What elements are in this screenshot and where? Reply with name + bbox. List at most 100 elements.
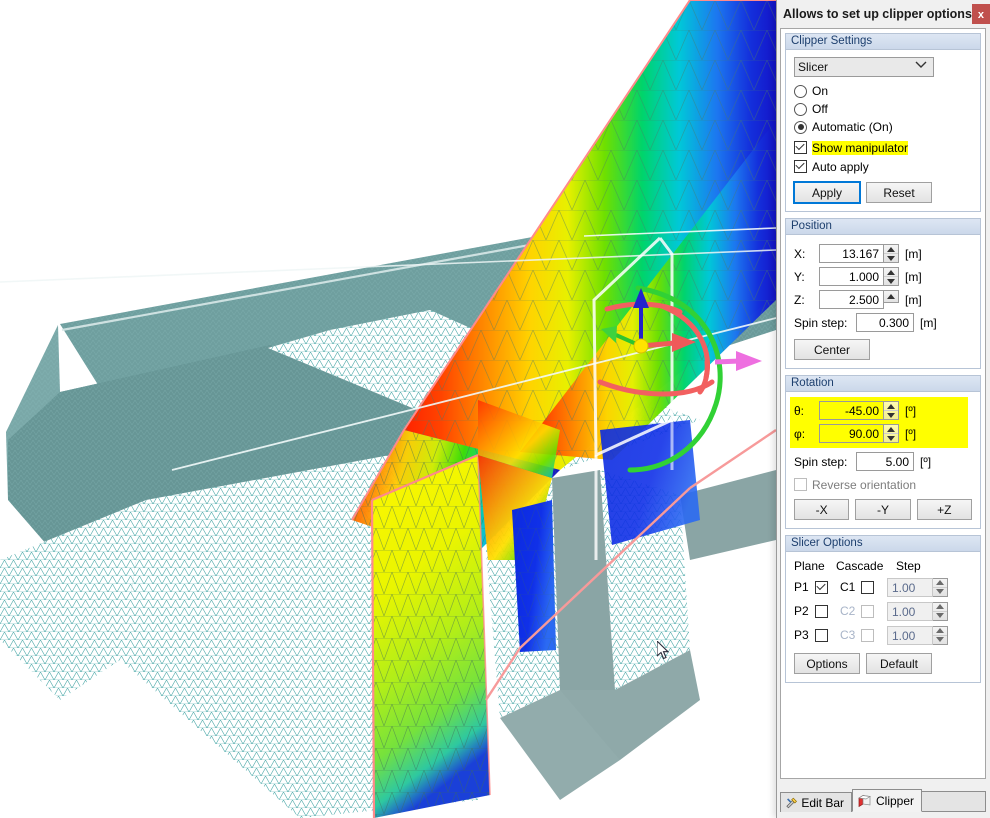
rotation-spin-step-label: Spin step: bbox=[794, 455, 856, 469]
rotation-spin-step-input[interactable]: 5.00 bbox=[856, 452, 914, 471]
normal-arrow-head bbox=[736, 351, 762, 371]
position-y-label: Y: bbox=[794, 270, 819, 284]
position-z-input[interactable]: 2.500 bbox=[819, 290, 884, 309]
radio-automatic-label: Automatic (On) bbox=[812, 120, 893, 134]
radio-automatic[interactable]: Automatic (On) bbox=[794, 118, 972, 136]
stepper-up-icon bbox=[936, 604, 944, 609]
stepper-down-icon bbox=[887, 436, 895, 441]
position-x-input[interactable]: 13.167 bbox=[819, 244, 884, 263]
stepper-down-icon bbox=[887, 413, 895, 418]
close-icon[interactable]: x bbox=[972, 4, 990, 24]
group-slicer-options: Slicer Options Plane Cascade Step P1 C1 … bbox=[785, 535, 981, 683]
radio-on-indicator bbox=[794, 85, 807, 98]
plane-checkbox-p3[interactable] bbox=[815, 629, 828, 642]
tab-clipper-label: Clipper bbox=[876, 794, 914, 808]
axis-minus-x-button[interactable]: -X bbox=[794, 499, 849, 520]
header-step: Step bbox=[896, 559, 921, 573]
group-title-position: Position bbox=[786, 219, 980, 235]
stepper-up-icon bbox=[936, 580, 944, 585]
rotation-spin-step-row: Spin step: 5.00 [º] bbox=[794, 450, 972, 473]
plane-label-p1: P1 bbox=[794, 580, 815, 594]
position-z-stepper[interactable] bbox=[884, 290, 899, 303]
position-y-stepper[interactable] bbox=[884, 267, 899, 286]
default-button[interactable]: Default bbox=[866, 653, 932, 674]
axis-minus-y-button[interactable]: -Y bbox=[855, 499, 910, 520]
radio-on[interactable]: On bbox=[794, 82, 972, 100]
clipper-mode-combo-wrap: Slicer bbox=[794, 57, 934, 77]
header-plane: Plane bbox=[794, 559, 836, 573]
rotation-theta-input[interactable]: -45.00 bbox=[819, 401, 884, 420]
reset-button[interactable]: Reset bbox=[866, 182, 932, 203]
rotation-theta-stepper[interactable] bbox=[884, 401, 899, 420]
position-spin-step-input[interactable]: 0.300 bbox=[856, 313, 914, 332]
stepper-down-icon bbox=[936, 589, 944, 594]
3d-scene bbox=[0, 0, 776, 818]
clipper-mode-select[interactable]: Slicer bbox=[794, 57, 934, 77]
step-stepper-p3 bbox=[933, 626, 948, 645]
position-spin-step-label: Spin step: bbox=[794, 316, 856, 330]
checkbox-reverse-orientation: Reverse orientation bbox=[794, 475, 972, 494]
rotation-phi-row: φ: 90.00 [º] bbox=[794, 422, 966, 445]
clipper-settings-buttons: Apply Reset bbox=[794, 182, 972, 203]
tools-icon bbox=[786, 796, 797, 810]
scene-geometry bbox=[0, 0, 776, 818]
step-stepper-p2 bbox=[933, 602, 948, 621]
tab-edit-bar[interactable]: Edit Bar bbox=[780, 792, 852, 812]
rotation-spin-step-unit: [º] bbox=[920, 455, 931, 469]
options-button[interactable]: Options bbox=[794, 653, 860, 674]
tabbar-filler bbox=[922, 791, 986, 811]
rotation-phi-label: φ: bbox=[794, 427, 819, 441]
position-x-row: X: 13.167 [m] bbox=[794, 242, 972, 265]
position-z-unit: [m] bbox=[905, 293, 922, 307]
bottom-tabbar: Edit Bar Clipper bbox=[780, 788, 986, 814]
position-z-row: Z: 2.500 [m] bbox=[794, 288, 972, 311]
group-clipper-settings: Clipper Settings Slicer On bbox=[785, 33, 981, 212]
checkbox-auto-apply[interactable]: Auto apply bbox=[794, 157, 972, 176]
position-y-input[interactable]: 1.000 bbox=[819, 267, 884, 286]
cascade-label-c1: C1 bbox=[840, 580, 861, 594]
stepper-down-icon bbox=[936, 613, 944, 618]
panel-title: Allows to set up clipper options bbox=[783, 7, 972, 21]
cube-icon bbox=[858, 794, 872, 808]
checkbox-show-manipulator[interactable]: Show manipulator bbox=[794, 138, 972, 157]
cascade-checkbox-c1[interactable] bbox=[861, 581, 874, 594]
position-x-label: X: bbox=[794, 247, 819, 261]
radio-off[interactable]: Off bbox=[794, 100, 972, 118]
header-cascade: Cascade bbox=[836, 559, 896, 573]
tab-edit-bar-label: Edit Bar bbox=[801, 796, 844, 810]
tab-clipper[interactable]: Clipper bbox=[852, 789, 922, 812]
group-title-rotation: Rotation bbox=[786, 376, 980, 392]
position-y-row: Y: 1.000 [m] bbox=[794, 265, 972, 288]
checkbox-reverse-orientation-box bbox=[794, 478, 807, 491]
rotation-theta-unit: [º] bbox=[905, 404, 916, 418]
stepper-up-icon bbox=[887, 427, 895, 432]
rotation-axis-buttons: -X -Y +Z bbox=[794, 499, 972, 520]
center-button[interactable]: Center bbox=[794, 339, 870, 360]
position-x-unit: [m] bbox=[905, 247, 922, 261]
axis-plus-z-button[interactable]: +Z bbox=[917, 499, 972, 520]
stepper-down-icon bbox=[887, 256, 895, 261]
slicer-options-buttons: Options Default bbox=[794, 653, 972, 674]
stepper-up-icon bbox=[887, 247, 895, 252]
position-spin-step-row: Spin step: 0.300 [m] bbox=[794, 311, 972, 334]
radio-off-indicator bbox=[794, 103, 807, 116]
rotation-angles-highlight: θ: -45.00 [º] φ: 90.00 bbox=[790, 397, 968, 448]
radio-on-label: On bbox=[812, 84, 828, 98]
plane-checkbox-p1[interactable] bbox=[815, 581, 828, 594]
checkbox-auto-apply-label: Auto apply bbox=[812, 160, 869, 174]
panel-titlebar: Allows to set up clipper options x bbox=[777, 0, 990, 27]
radio-off-label: Off bbox=[812, 102, 828, 116]
clipper-dock-panel: Allows to set up clipper options x Clipp… bbox=[776, 0, 990, 818]
rotation-theta-label: θ: bbox=[794, 404, 819, 418]
step-stepper-p1 bbox=[933, 578, 948, 597]
step-input-p2: 1.00 bbox=[887, 602, 933, 621]
stepper-up-icon bbox=[887, 270, 895, 275]
checkbox-auto-apply-box bbox=[794, 160, 807, 173]
checkbox-show-manipulator-label: Show manipulator bbox=[812, 141, 908, 155]
apply-button[interactable]: Apply bbox=[794, 182, 860, 203]
3d-model-viewport[interactable] bbox=[0, 0, 776, 818]
rotation-phi-stepper[interactable] bbox=[884, 424, 899, 443]
rotation-phi-input[interactable]: 90.00 bbox=[819, 424, 884, 443]
position-x-stepper[interactable] bbox=[884, 244, 899, 263]
plane-checkbox-p2[interactable] bbox=[815, 605, 828, 618]
